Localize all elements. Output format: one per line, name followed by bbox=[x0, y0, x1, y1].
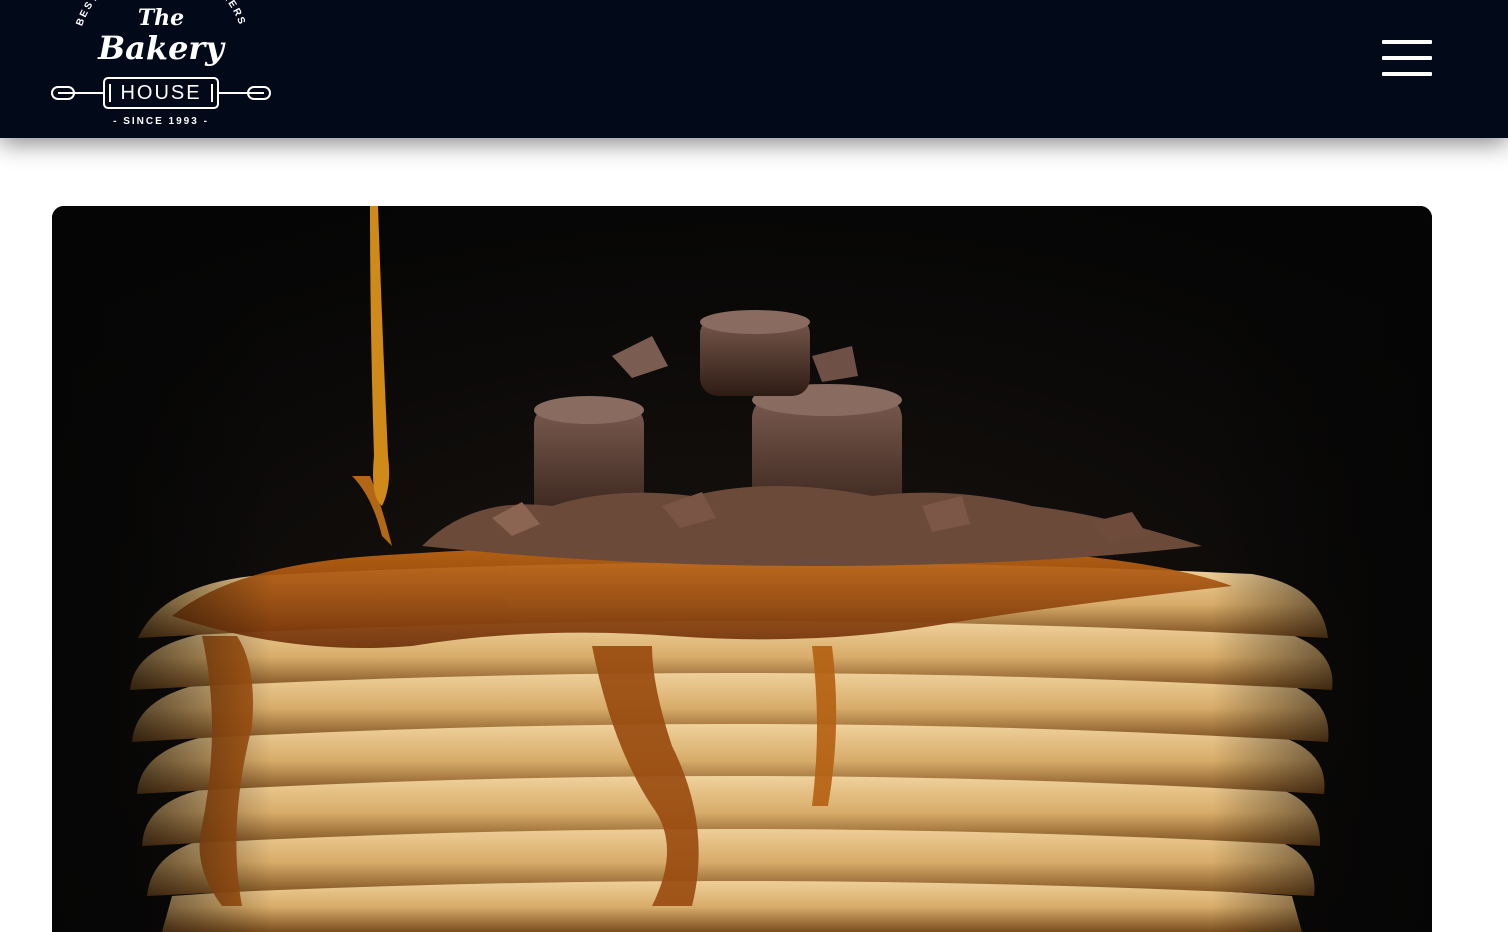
logo-since-text: - SINCE 1993 - bbox=[113, 116, 209, 127]
hero-image bbox=[52, 206, 1432, 932]
site-header: BEST QUALITY FAMILY BAKERS The Bakery HO… bbox=[0, 0, 1508, 138]
pancake-stack-illustration bbox=[52, 206, 1432, 932]
menu-button[interactable] bbox=[1380, 38, 1434, 78]
logo-title-small: The bbox=[137, 5, 185, 31]
logo-banner-text: HOUSE bbox=[120, 82, 202, 104]
logo-title-large: Bakery bbox=[98, 29, 224, 67]
bakery-logo[interactable]: BEST QUALITY FAMILY BAKERS The Bakery HO… bbox=[50, 0, 272, 134]
